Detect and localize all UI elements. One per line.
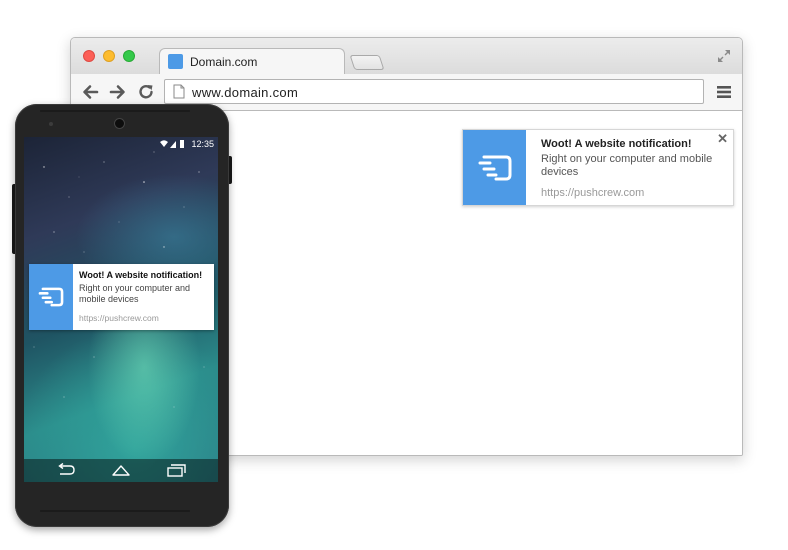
back-icon[interactable] — [56, 463, 76, 477]
phone-camera — [114, 118, 125, 129]
favicon-icon — [168, 54, 183, 69]
notification-body: Right on your computer and mobile device… — [541, 153, 713, 178]
new-tab-button[interactable] — [349, 55, 385, 70]
pushcrew-logo-icon — [38, 287, 64, 307]
browser-titlebar: Domain.com — [71, 38, 742, 74]
fullscreen-icon[interactable] — [716, 48, 732, 64]
recent-apps-icon[interactable] — [166, 463, 186, 477]
notification-title: Woot! A website notification! — [541, 138, 692, 150]
phone-speaker — [40, 510, 190, 512]
phone-sensor — [49, 122, 53, 126]
close-icon[interactable]: ✕ — [717, 131, 728, 147]
phone-earpiece — [40, 110, 190, 112]
minimize-window-button[interactable] — [103, 50, 115, 62]
notification-icon-panel — [463, 130, 526, 205]
wifi-signal-battery-icon — [160, 140, 184, 148]
pushcrew-logo-icon — [478, 155, 512, 181]
desktop-notification[interactable]: Woot! A website notification! Right on y… — [462, 129, 734, 206]
page-icon — [173, 84, 185, 99]
mobile-notification-title: Woot! A website notification! — [79, 270, 203, 280]
reload-icon[interactable] — [137, 83, 155, 101]
tab-title: Domain.com — [190, 55, 258, 69]
mobile-notification[interactable]: Woot! A website notification! Right on y… — [29, 264, 214, 330]
home-icon[interactable] — [111, 463, 131, 477]
phone-status-bar: 12:35 — [24, 137, 218, 151]
android-nav-bar — [24, 459, 218, 482]
back-arrow-icon[interactable] — [81, 83, 99, 101]
browser-tab-domain[interactable]: Domain.com — [159, 48, 345, 74]
url-text: www.domain.com — [192, 85, 299, 100]
notification-url: https://pushcrew.com — [541, 187, 645, 199]
mobile-notification-body: Right on your computer and mobile device… — [79, 283, 191, 304]
address-bar[interactable]: www.domain.com — [164, 79, 704, 104]
menu-icon[interactable] — [717, 85, 731, 99]
status-time: 12:35 — [191, 139, 214, 149]
close-window-button[interactable] — [83, 50, 95, 62]
mobile-notification-url: https://pushcrew.com — [79, 313, 159, 323]
mobile-notification-icon-panel — [29, 264, 73, 330]
phone-screen: 12:35 Woot! A website notification! Righ… — [24, 137, 218, 482]
maximize-window-button[interactable] — [123, 50, 135, 62]
forward-arrow-icon[interactable] — [109, 83, 127, 101]
phone-power-button — [229, 156, 232, 184]
